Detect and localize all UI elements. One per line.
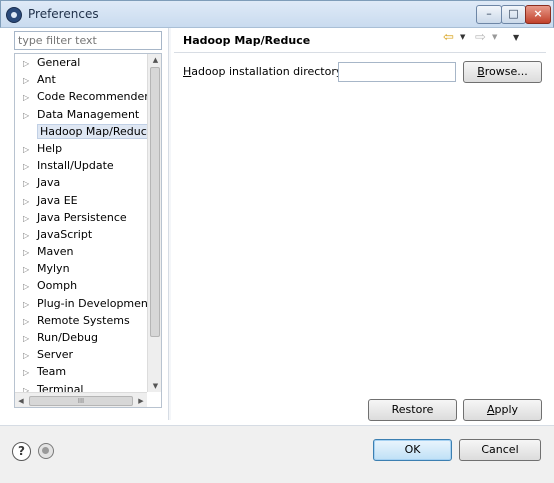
tree-item-run-debug[interactable]: ▷ Run/Debug: [15, 329, 147, 346]
expand-arrow-icon[interactable]: ▷: [23, 193, 37, 210]
tree-item-oomph[interactable]: ▷ Oomph: [15, 277, 147, 294]
tree-horizontal-scrollbar[interactable]: ◀ III ▶: [15, 392, 147, 407]
tree-item-label: General: [37, 56, 81, 69]
tree-item-label: Plug-in Development: [37, 296, 153, 310]
tree-item-label: Run/Debug: [37, 331, 98, 344]
window-title: Preferences: [28, 7, 99, 21]
tree-item-ant[interactable]: ▷ Ant: [15, 71, 147, 88]
tree-item-team[interactable]: ▷ Team: [15, 363, 147, 380]
tree-item-plug-in-development[interactable]: ▷ Plug-in Development: [15, 295, 152, 313]
expand-arrow-icon[interactable]: ▷: [23, 55, 37, 72]
tree-item-label: Java Persistence: [37, 210, 127, 224]
preferences-tree: ▷ General ▷ Ant ▷ Code Recommenders ▷ Data Mana…: [14, 53, 162, 408]
restore-label-pre: Restore: [391, 403, 434, 416]
scroll-left-arrow-icon[interactable]: ◀: [15, 393, 27, 407]
hadoop-install-dir-label: Hadoop installation directory:: [183, 65, 345, 78]
help-icon[interactable]: ?: [12, 442, 31, 461]
tree-item-remote-systems[interactable]: ▷ Remote Systems: [15, 312, 147, 329]
minimize-button[interactable]: –: [476, 5, 502, 24]
tree-item-label: Java EE: [37, 193, 78, 207]
tree-list: ▷ General ▷ Ant ▷ Code Recommenders ▷ Data Mana…: [15, 54, 157, 407]
browse-label: rowse...: [484, 65, 528, 78]
tree-item-javascript[interactable]: ▷ JavaScript: [15, 226, 147, 243]
filter-input[interactable]: [14, 31, 162, 50]
view-menu-icon[interactable]: ▼: [513, 33, 519, 42]
label-text: adoop installation directory:: [191, 65, 346, 78]
back-history-dropdown-icon[interactable]: ▼: [460, 33, 465, 41]
scroll-down-arrow-icon[interactable]: ▼: [148, 380, 161, 392]
title-separator: [174, 52, 546, 53]
expand-arrow-icon[interactable]: ▷: [23, 158, 37, 175]
tree-item-java[interactable]: ▷ Java: [15, 174, 147, 191]
page-title: Hadoop Map/Reduce: [183, 34, 311, 47]
apply-label: pply: [494, 403, 519, 416]
page-navigation: ⇦ ▼ ⇨ ▼ ▼: [443, 30, 543, 48]
tree-item-server[interactable]: ▷ Server: [15, 346, 147, 363]
expand-arrow-icon[interactable]: ▷: [23, 141, 37, 158]
restore-defaults-button[interactable]: Restore Defaults: [368, 399, 457, 436]
dialog-footer: ? OK Cancel: [0, 426, 554, 483]
import-export-preferences-icon[interactable]: [38, 443, 54, 459]
expand-arrow-icon[interactable]: ▷: [23, 330, 37, 347]
hadoop-install-dir-input[interactable]: [338, 62, 456, 82]
scroll-up-arrow-icon[interactable]: ▲: [148, 54, 161, 66]
cancel-button[interactable]: Cancel: [459, 439, 541, 461]
tree-item-label: Hadoop Map/Reduce: [37, 123, 157, 139]
tree-item-code-recommenders[interactable]: ▷ Code Recommenders: [15, 88, 155, 106]
arrow-left-icon[interactable]: ⇦: [443, 30, 454, 45]
scroll-right-arrow-icon[interactable]: ▶: [135, 393, 147, 407]
forward-history-dropdown-icon[interactable]: ▼: [492, 33, 497, 41]
close-button[interactable]: ×: [525, 5, 551, 24]
ok-button[interactable]: OK: [373, 439, 452, 461]
tree-item-general[interactable]: ▷ General: [15, 54, 147, 71]
tree-vertical-scrollbar[interactable]: ▲ ▼: [147, 54, 161, 392]
tree-item-label: Server: [37, 348, 74, 362]
expand-arrow-icon[interactable]: ▷: [23, 107, 37, 124]
expand-arrow-icon[interactable]: ▷: [23, 364, 37, 381]
expand-arrow-icon[interactable]: ▷: [23, 72, 37, 89]
tree-item-java-persistence[interactable]: ▷ Java Persistence: [15, 209, 147, 226]
tree-item-label: Team: [37, 365, 67, 379]
expand-arrow-icon[interactable]: ▷: [23, 261, 37, 278]
expand-arrow-icon[interactable]: ▷: [23, 347, 37, 364]
tree-item-label: Java: [37, 176, 61, 190]
browse-button[interactable]: Browse...: [463, 61, 542, 83]
expand-arrow-icon[interactable]: ▷: [23, 278, 37, 295]
tree-item-label: Data Management: [37, 107, 140, 121]
tree-item-label: Remote Systems: [37, 313, 130, 327]
tree-vertical-scroll-thumb[interactable]: [150, 67, 160, 337]
tree-item-hadoop-map-reduce[interactable]: Hadoop Map/Reduce: [15, 123, 157, 140]
tree-item-label: Install/Update: [37, 159, 114, 173]
pane-splitter[interactable]: [168, 28, 171, 420]
tree-item-label: Help: [37, 141, 63, 155]
maximize-button[interactable]: □: [501, 5, 526, 24]
tree-item-help[interactable]: ▷ Help: [15, 140, 147, 157]
tree-item-java-ee[interactable]: ▷ Java EE: [15, 192, 147, 209]
tree-item-install-update[interactable]: ▷ Install/Update: [15, 157, 147, 174]
mnemonic-b: B: [477, 65, 485, 78]
tree-item-label: Code Recommenders: [37, 90, 155, 104]
expand-arrow-icon[interactable]: ▷: [23, 210, 37, 227]
expand-arrow-icon[interactable]: ▷: [23, 175, 37, 192]
expand-arrow-icon[interactable]: ▷: [23, 227, 37, 244]
tree-item-label: Maven: [37, 245, 74, 259]
tree-item-data-management[interactable]: ▷ Data Management: [15, 106, 147, 123]
arrow-right-icon[interactable]: ⇨: [475, 30, 486, 45]
expand-arrow-icon[interactable]: ▷: [23, 296, 37, 313]
tree-item-label: Ant: [37, 73, 56, 87]
tree-item-label: Mylyn: [37, 262, 70, 276]
tree-horizontal-scroll-thumb[interactable]: III: [29, 396, 133, 406]
apply-button[interactable]: Apply: [463, 399, 542, 421]
tree-item-label: JavaScript: [37, 227, 93, 241]
expand-arrow-icon[interactable]: ▷: [23, 244, 37, 261]
expand-arrow-icon[interactable]: ▷: [23, 89, 37, 106]
title-bar: Preferences – □ ×: [0, 0, 554, 28]
mnemonic-a: A: [486, 403, 495, 416]
tree-item-label: Oomph: [37, 279, 78, 293]
tree-item-mylyn[interactable]: ▷ Mylyn: [15, 260, 147, 277]
expand-arrow-icon[interactable]: ▷: [23, 313, 37, 330]
tree-item-maven[interactable]: ▷ Maven: [15, 243, 147, 260]
eclipse-app-icon: [6, 7, 22, 23]
